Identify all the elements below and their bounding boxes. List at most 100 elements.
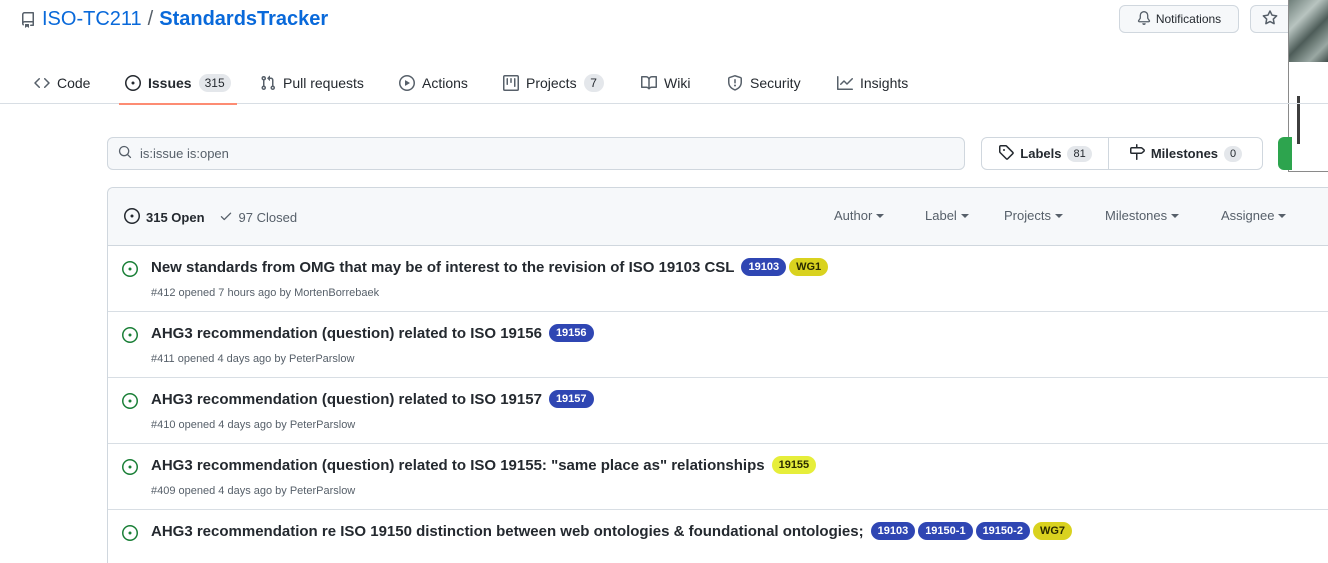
milestones-button[interactable]: Milestones 0 (1109, 138, 1262, 169)
chevron-down-icon (1278, 214, 1287, 218)
tab-security[interactable]: Security (727, 62, 801, 104)
tab-projects-label: Projects (526, 75, 577, 91)
issue-title-link[interactable]: New standards from OMG that may be of in… (151, 259, 734, 276)
issue-title-line: AHG3 recommendation re ISO 19150 distinc… (151, 522, 1151, 540)
repo-name-link[interactable]: StandardsTracker (159, 8, 328, 31)
notifications-button[interactable]: Notifications (1119, 5, 1239, 33)
issue-row[interactable]: AHG3 recommendation (question) related t… (108, 312, 1328, 378)
issue-label[interactable]: 19103 (741, 258, 787, 276)
issue-meta: #410 opened 4 days ago by PeterParslow (151, 419, 356, 431)
issue-meta: #411 opened 4 days ago by PeterParslow (151, 353, 355, 365)
author-filter-label: Author (834, 208, 873, 223)
tab-insights[interactable]: Insights (837, 62, 908, 104)
repo-tab-nav: Code Issues 315 Pull requests Actions Pr… (0, 62, 1328, 105)
issue-state-toggle: 315 Open 97 Closed (124, 208, 297, 227)
open-issues-label: 315 Open (146, 210, 205, 225)
tab-issues[interactable]: Issues 315 (119, 62, 237, 105)
issue-opened-icon (122, 459, 138, 478)
repo-owner-link[interactable]: ISO-TC211 (42, 8, 142, 31)
issue-opened-icon (122, 327, 138, 346)
labels-button-label: Labels (1020, 146, 1062, 161)
issue-row[interactable]: AHG3 recommendation re ISO 19150 distinc… (108, 510, 1328, 563)
tab-wiki[interactable]: Wiki (641, 62, 690, 104)
milestones-filter-label: Milestones (1105, 208, 1168, 223)
closed-issues-label: 97 Closed (238, 210, 298, 225)
new-issue-button[interactable] (1278, 137, 1292, 170)
label-filter-menu[interactable]: Label (925, 208, 969, 223)
issue-label[interactable]: 19103 (870, 522, 916, 540)
labels-button[interactable]: Labels 81 (982, 138, 1109, 169)
git-pull-request-icon (260, 75, 276, 91)
issue-filter-search[interactable] (107, 137, 965, 170)
projects-filter-menu[interactable]: Projects (1004, 208, 1063, 223)
graph-icon (837, 75, 853, 91)
notifications-label: Notifications (1155, 12, 1222, 26)
milestone-icon (1129, 144, 1145, 163)
issue-row[interactable]: New standards from OMG that may be of in… (108, 246, 1328, 312)
issue-label[interactable]: 19155 (771, 456, 817, 474)
tab-security-label: Security (750, 75, 801, 91)
code-icon (34, 75, 50, 91)
issue-opened-icon (122, 393, 138, 412)
open-issues-link[interactable]: 315 Open (124, 208, 205, 227)
issue-title-line: AHG3 recommendation (question) related t… (151, 390, 1151, 408)
tab-issues-count: 315 (198, 74, 231, 92)
tag-icon (998, 144, 1015, 163)
issue-row[interactable]: AHG3 recommendation (question) related t… (108, 378, 1328, 444)
tab-pull-requests[interactable]: Pull requests (260, 62, 364, 104)
tab-projects[interactable]: Projects 7 (503, 62, 604, 104)
issue-title-link[interactable]: AHG3 recommendation (question) related t… (151, 325, 542, 342)
tab-code[interactable]: Code (34, 62, 90, 104)
chevron-down-icon (960, 214, 969, 218)
issue-title-link[interactable]: AHG3 recommendation (question) related t… (151, 457, 765, 474)
label-filter-label: Label (925, 208, 957, 223)
issue-title-link[interactable]: AHG3 recommendation (question) related t… (151, 391, 542, 408)
labels-count: 81 (1067, 145, 1092, 162)
closed-issues-link[interactable]: 97 Closed (219, 209, 298, 226)
issue-title-line: AHG3 recommendation (question) related t… (151, 324, 1151, 342)
issue-meta: #409 opened 4 days ago by PeterParslow (151, 485, 356, 497)
assignee-filter-label: Assignee (1221, 208, 1275, 223)
issue-list: 315 Open 97 Closed Author Label Projects… (107, 187, 1328, 563)
star-button[interactable] (1250, 5, 1290, 33)
issue-opened-icon (125, 75, 141, 91)
milestones-filter-menu[interactable]: Milestones (1105, 208, 1180, 223)
star-icon (1262, 9, 1278, 29)
issue-label[interactable]: 19156 (548, 324, 594, 342)
tab-projects-count: 7 (583, 74, 604, 92)
chevron-down-icon (1054, 214, 1063, 218)
play-icon (399, 75, 415, 91)
issue-label[interactable]: 19150-1 (918, 522, 973, 540)
project-icon (503, 75, 519, 91)
tab-issues-label: Issues (148, 75, 192, 91)
tab-wiki-label: Wiki (664, 75, 691, 91)
issue-label[interactable]: 19157 (548, 390, 594, 408)
search-icon (118, 145, 132, 162)
issue-title-line: New standards from OMG that may be of in… (151, 258, 1151, 276)
issue-title-link[interactable]: AHG3 recommendation re ISO 19150 distinc… (151, 523, 864, 540)
chevron-down-icon (876, 214, 885, 218)
issue-meta: #412 opened 7 hours ago by MortenBorreba… (151, 287, 380, 299)
projects-filter-label: Projects (1004, 208, 1051, 223)
tab-actions[interactable]: Actions (399, 62, 468, 104)
author-filter-menu[interactable]: Author (834, 208, 885, 223)
issue-label[interactable]: 19150-2 (975, 522, 1030, 540)
issue-row[interactable]: AHG3 recommendation (question) related t… (108, 444, 1328, 510)
repo-icon (20, 11, 36, 28)
assignee-filter-menu[interactable]: Assignee (1221, 208, 1287, 223)
check-icon (219, 209, 233, 226)
milestones-count: 0 (1224, 145, 1243, 162)
tab-insights-label: Insights (860, 75, 909, 91)
tab-code-label: Code (57, 75, 91, 91)
book-icon (641, 75, 657, 91)
repo-header: ISO-TC211 / StandardsTracker Notificatio… (0, 0, 1328, 172)
shield-icon (727, 75, 743, 91)
issue-filter-input[interactable] (140, 146, 940, 161)
repo-title: ISO-TC211 / StandardsTracker (20, 8, 328, 31)
issue-label[interactable]: WG7 (1032, 522, 1072, 540)
chevron-down-icon (1171, 214, 1180, 218)
issue-label[interactable]: WG1 (789, 258, 829, 276)
tab-actions-label: Actions (422, 75, 468, 91)
bell-icon (1137, 10, 1151, 28)
repo-separator: / (147, 8, 154, 30)
